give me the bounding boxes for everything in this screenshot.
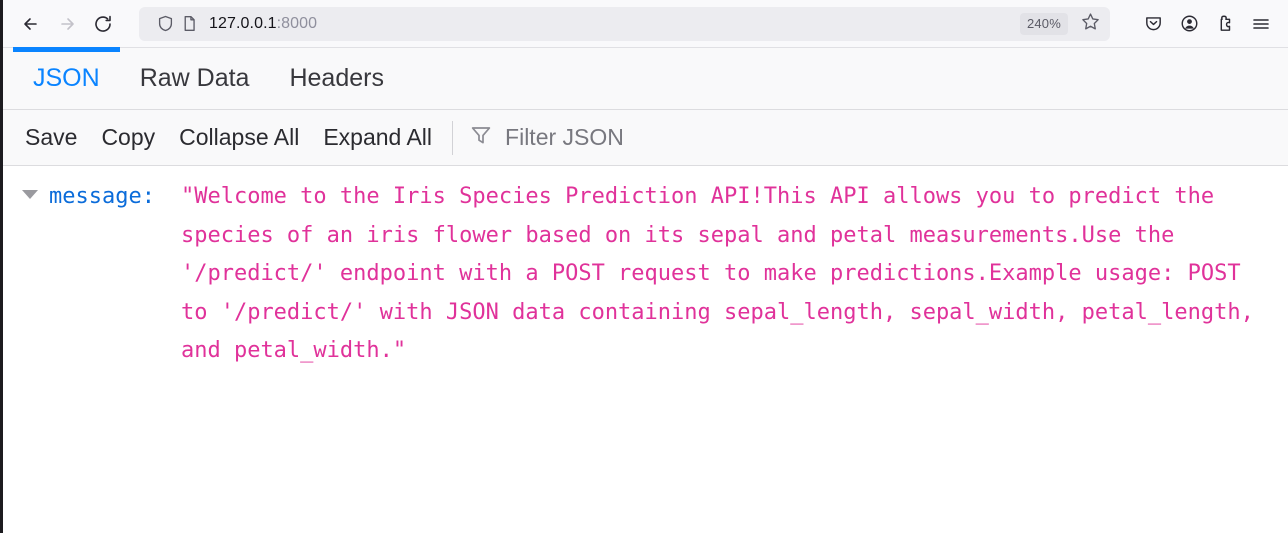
tracking-protection-shield-icon[interactable] bbox=[153, 12, 177, 36]
tab-raw-data-label: Raw Data bbox=[139, 64, 250, 92]
account-button[interactable] bbox=[1172, 8, 1206, 40]
toolbar-divider bbox=[452, 120, 454, 155]
toolbar-actions bbox=[1136, 8, 1278, 40]
json-viewer-toolbar: Save Copy Collapse All Expand All Filter… bbox=[3, 110, 1288, 166]
expand-all-button[interactable]: Expand All bbox=[311, 110, 444, 166]
browser-navigation-bar: 127.0.0.1:8000 240% bbox=[3, 0, 1288, 48]
application-menu-button[interactable] bbox=[1244, 8, 1278, 40]
browser-window: 127.0.0.1:8000 240% JSON Raw Data Header… bbox=[0, 0, 1288, 533]
json-content-panel: message: "Welcome to the Iris Species Pr… bbox=[3, 166, 1288, 520]
star-icon bbox=[1080, 11, 1101, 37]
filter-json-input[interactable]: Filter JSON bbox=[461, 110, 1288, 166]
tab-raw-data[interactable]: Raw Data bbox=[120, 48, 270, 110]
json-key-message[interactable]: message: bbox=[49, 178, 155, 217]
triangle-down-icon bbox=[22, 190, 38, 199]
hamburger-menu-icon bbox=[1250, 13, 1272, 35]
reload-icon bbox=[92, 13, 114, 35]
reload-button[interactable] bbox=[85, 8, 121, 40]
bookmark-button[interactable] bbox=[1076, 10, 1104, 38]
tab-headers[interactable]: Headers bbox=[269, 48, 404, 110]
forward-arrow-icon bbox=[56, 13, 78, 35]
forward-button[interactable] bbox=[49, 8, 85, 40]
json-viewer-tabstrip: JSON Raw Data Headers bbox=[3, 46, 1288, 110]
extensions-button[interactable] bbox=[1208, 8, 1242, 40]
back-button[interactable] bbox=[13, 8, 49, 40]
json-value-message[interactable]: "Welcome to the Iris Species Prediction … bbox=[181, 178, 1288, 371]
tab-json-label: JSON bbox=[33, 64, 100, 92]
puzzle-piece-icon bbox=[1215, 13, 1236, 34]
collapse-all-button[interactable]: Collapse All bbox=[167, 110, 311, 166]
account-circle-icon bbox=[1179, 13, 1200, 34]
page-document-icon[interactable] bbox=[177, 12, 201, 36]
pocket-icon bbox=[1143, 13, 1164, 34]
filter-json-placeholder: Filter JSON bbox=[505, 124, 624, 150]
copy-button[interactable]: Copy bbox=[89, 110, 167, 166]
back-arrow-icon bbox=[20, 13, 42, 35]
json-row-message: message: "Welcome to the Iris Species Pr… bbox=[3, 178, 1288, 371]
url-port: :8000 bbox=[276, 14, 318, 32]
tab-json[interactable]: JSON bbox=[13, 46, 120, 110]
pocket-button[interactable] bbox=[1136, 8, 1170, 40]
url-bar[interactable]: 127.0.0.1:8000 240% bbox=[139, 6, 1110, 41]
json-expander-toggle[interactable] bbox=[19, 190, 41, 199]
tab-headers-label: Headers bbox=[289, 64, 384, 92]
zoom-level-badge[interactable]: 240% bbox=[1019, 12, 1068, 35]
url-text[interactable]: 127.0.0.1:8000 bbox=[209, 15, 1020, 33]
save-button[interactable]: Save bbox=[13, 110, 89, 166]
filter-funnel-icon bbox=[469, 123, 493, 152]
url-host: 127.0.0.1 bbox=[209, 14, 277, 32]
